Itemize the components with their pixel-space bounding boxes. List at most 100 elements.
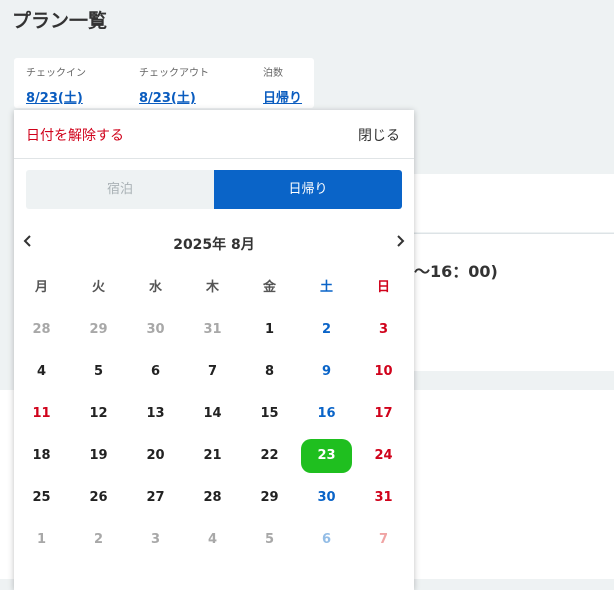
calendar-day[interactable]: 31 xyxy=(184,309,241,351)
day-number: 28 xyxy=(32,322,51,337)
calendar-day[interactable]: 24 xyxy=(355,435,412,477)
weekday-label: 火 xyxy=(91,280,105,295)
calendar-day[interactable]: 6 xyxy=(298,519,355,561)
day-number: 20 xyxy=(146,448,165,463)
calendar-grid: 月火水木金土日 28 29 30 31 1 2 3 4 5 6 7 8 9 10 11 12 13 14 15 16 1… xyxy=(14,267,414,561)
calendar-day[interactable]: 6 xyxy=(127,351,184,393)
stay-type-overnight[interactable]: 宿泊 xyxy=(26,170,214,209)
plan-card-header xyxy=(395,174,614,232)
calendar-day[interactable]: 14 xyxy=(184,393,241,435)
day-number: 8 xyxy=(264,364,275,379)
day-number: 9 xyxy=(321,364,332,379)
calendar-day-selected[interactable]: 23 xyxy=(298,435,355,477)
calendar-day[interactable]: 30 xyxy=(298,477,355,519)
day-number: 27 xyxy=(146,490,165,505)
calendar-week: 4 5 6 7 8 9 10 xyxy=(14,351,414,393)
nights-link[interactable]: 日帰り xyxy=(263,87,302,106)
calendar-day[interactable]: 7 xyxy=(355,519,412,561)
calendar-day[interactable]: 5 xyxy=(241,519,298,561)
calendar-day[interactable]: 22 xyxy=(241,435,298,477)
calendar-day[interactable]: 18 xyxy=(13,435,70,477)
weekday-label: 金 xyxy=(262,280,276,295)
calendar-day[interactable]: 2 xyxy=(70,519,127,561)
calendar-day[interactable]: 8 xyxy=(241,351,298,393)
calendar-day[interactable]: 31 xyxy=(355,477,412,519)
day-number: 24 xyxy=(374,448,393,463)
calendar-day[interactable]: 29 xyxy=(70,309,127,351)
calendar-day[interactable]: 28 xyxy=(13,309,70,351)
day-number: 4 xyxy=(36,364,47,379)
day-number: 4 xyxy=(207,532,218,547)
day-number: 2 xyxy=(321,322,332,337)
day-number: 5 xyxy=(264,532,275,547)
calendar-day[interactable]: 27 xyxy=(127,477,184,519)
date-picker-popup: 日付を解除する 閉じる 宿泊 日帰り 2025年 8月 月火水木金土日 28 29… xyxy=(14,110,414,590)
day-number: 3 xyxy=(378,322,389,337)
day-number: 11 xyxy=(32,406,51,421)
calendar-day[interactable]: 1 xyxy=(241,309,298,351)
date-picker-header: 日付を解除する 閉じる xyxy=(14,110,414,159)
month-title: 2025年 8月 xyxy=(173,237,255,253)
day-number: 2 xyxy=(93,532,104,547)
day-number: 29 xyxy=(89,322,108,337)
plan-time-fragment: 〜16：00) xyxy=(414,262,498,281)
day-number: 31 xyxy=(203,322,222,337)
plan-card-body xyxy=(395,233,614,371)
calendar-day[interactable]: 19 xyxy=(70,435,127,477)
day-number: 6 xyxy=(321,532,332,547)
day-number: 14 xyxy=(203,406,222,421)
checkin-field: チェックイン 8/23(土) xyxy=(26,64,86,106)
calendar-day[interactable]: 7 xyxy=(184,351,241,393)
close-button[interactable]: 閉じる xyxy=(358,125,400,145)
weekday-header: 月火水木金土日 xyxy=(14,267,414,309)
clear-date-button[interactable]: 日付を解除する xyxy=(26,125,124,145)
calendar-day[interactable]: 12 xyxy=(70,393,127,435)
day-number: 30 xyxy=(146,322,165,337)
day-number: 25 xyxy=(32,490,51,505)
calendar-day[interactable]: 28 xyxy=(184,477,241,519)
chevron-right-icon[interactable] xyxy=(388,228,412,258)
day-number: 7 xyxy=(378,532,389,547)
page-title: プラン一覧 xyxy=(12,10,108,32)
day-number: 13 xyxy=(146,406,165,421)
calendar-day[interactable]: 21 xyxy=(184,435,241,477)
checkin-date-link[interactable]: 8/23(土) xyxy=(26,87,86,106)
stay-type-daytrip[interactable]: 日帰り xyxy=(214,170,402,209)
calendar-week: 11 12 13 14 15 16 17 xyxy=(14,393,414,435)
checkout-label: チェックアウト xyxy=(139,68,209,79)
calendar-day[interactable]: 15 xyxy=(241,393,298,435)
checkin-label: チェックイン xyxy=(26,68,86,79)
calendar-day[interactable]: 25 xyxy=(13,477,70,519)
weekday-label: 日 xyxy=(376,280,390,295)
day-number: 18 xyxy=(32,448,51,463)
calendar-day[interactable]: 5 xyxy=(70,351,127,393)
calendar-week: 18 19 20 21 22 23 24 xyxy=(14,435,414,477)
calendar-day[interactable]: 4 xyxy=(13,351,70,393)
weekday-label: 水 xyxy=(148,280,162,295)
calendar-day[interactable]: 16 xyxy=(298,393,355,435)
day-number: 19 xyxy=(89,448,108,463)
day-number: 5 xyxy=(93,364,104,379)
calendar-day[interactable]: 29 xyxy=(241,477,298,519)
calendar-day[interactable]: 17 xyxy=(355,393,412,435)
day-number: 10 xyxy=(374,364,393,379)
calendar-day[interactable]: 20 xyxy=(127,435,184,477)
checkout-date-link[interactable]: 8/23(土) xyxy=(139,87,209,106)
month-nav: 2025年 8月 xyxy=(14,228,414,258)
calendar-day[interactable]: 2 xyxy=(298,309,355,351)
calendar-day[interactable]: 3 xyxy=(127,519,184,561)
calendar-day[interactable]: 26 xyxy=(70,477,127,519)
calendar-day[interactable]: 13 xyxy=(127,393,184,435)
calendar-day[interactable]: 3 xyxy=(355,309,412,351)
calendar-day[interactable]: 9 xyxy=(298,351,355,393)
calendar-day[interactable]: 11 xyxy=(13,393,70,435)
calendar-day[interactable]: 1 xyxy=(13,519,70,561)
calendar-day[interactable]: 30 xyxy=(127,309,184,351)
day-number: 22 xyxy=(260,448,279,463)
weekday-label: 木 xyxy=(205,280,219,295)
calendar-day[interactable]: 4 xyxy=(184,519,241,561)
day-number: 28 xyxy=(203,490,222,505)
day-number: 30 xyxy=(317,490,336,505)
calendar-day[interactable]: 10 xyxy=(355,351,412,393)
day-number: 26 xyxy=(89,490,108,505)
